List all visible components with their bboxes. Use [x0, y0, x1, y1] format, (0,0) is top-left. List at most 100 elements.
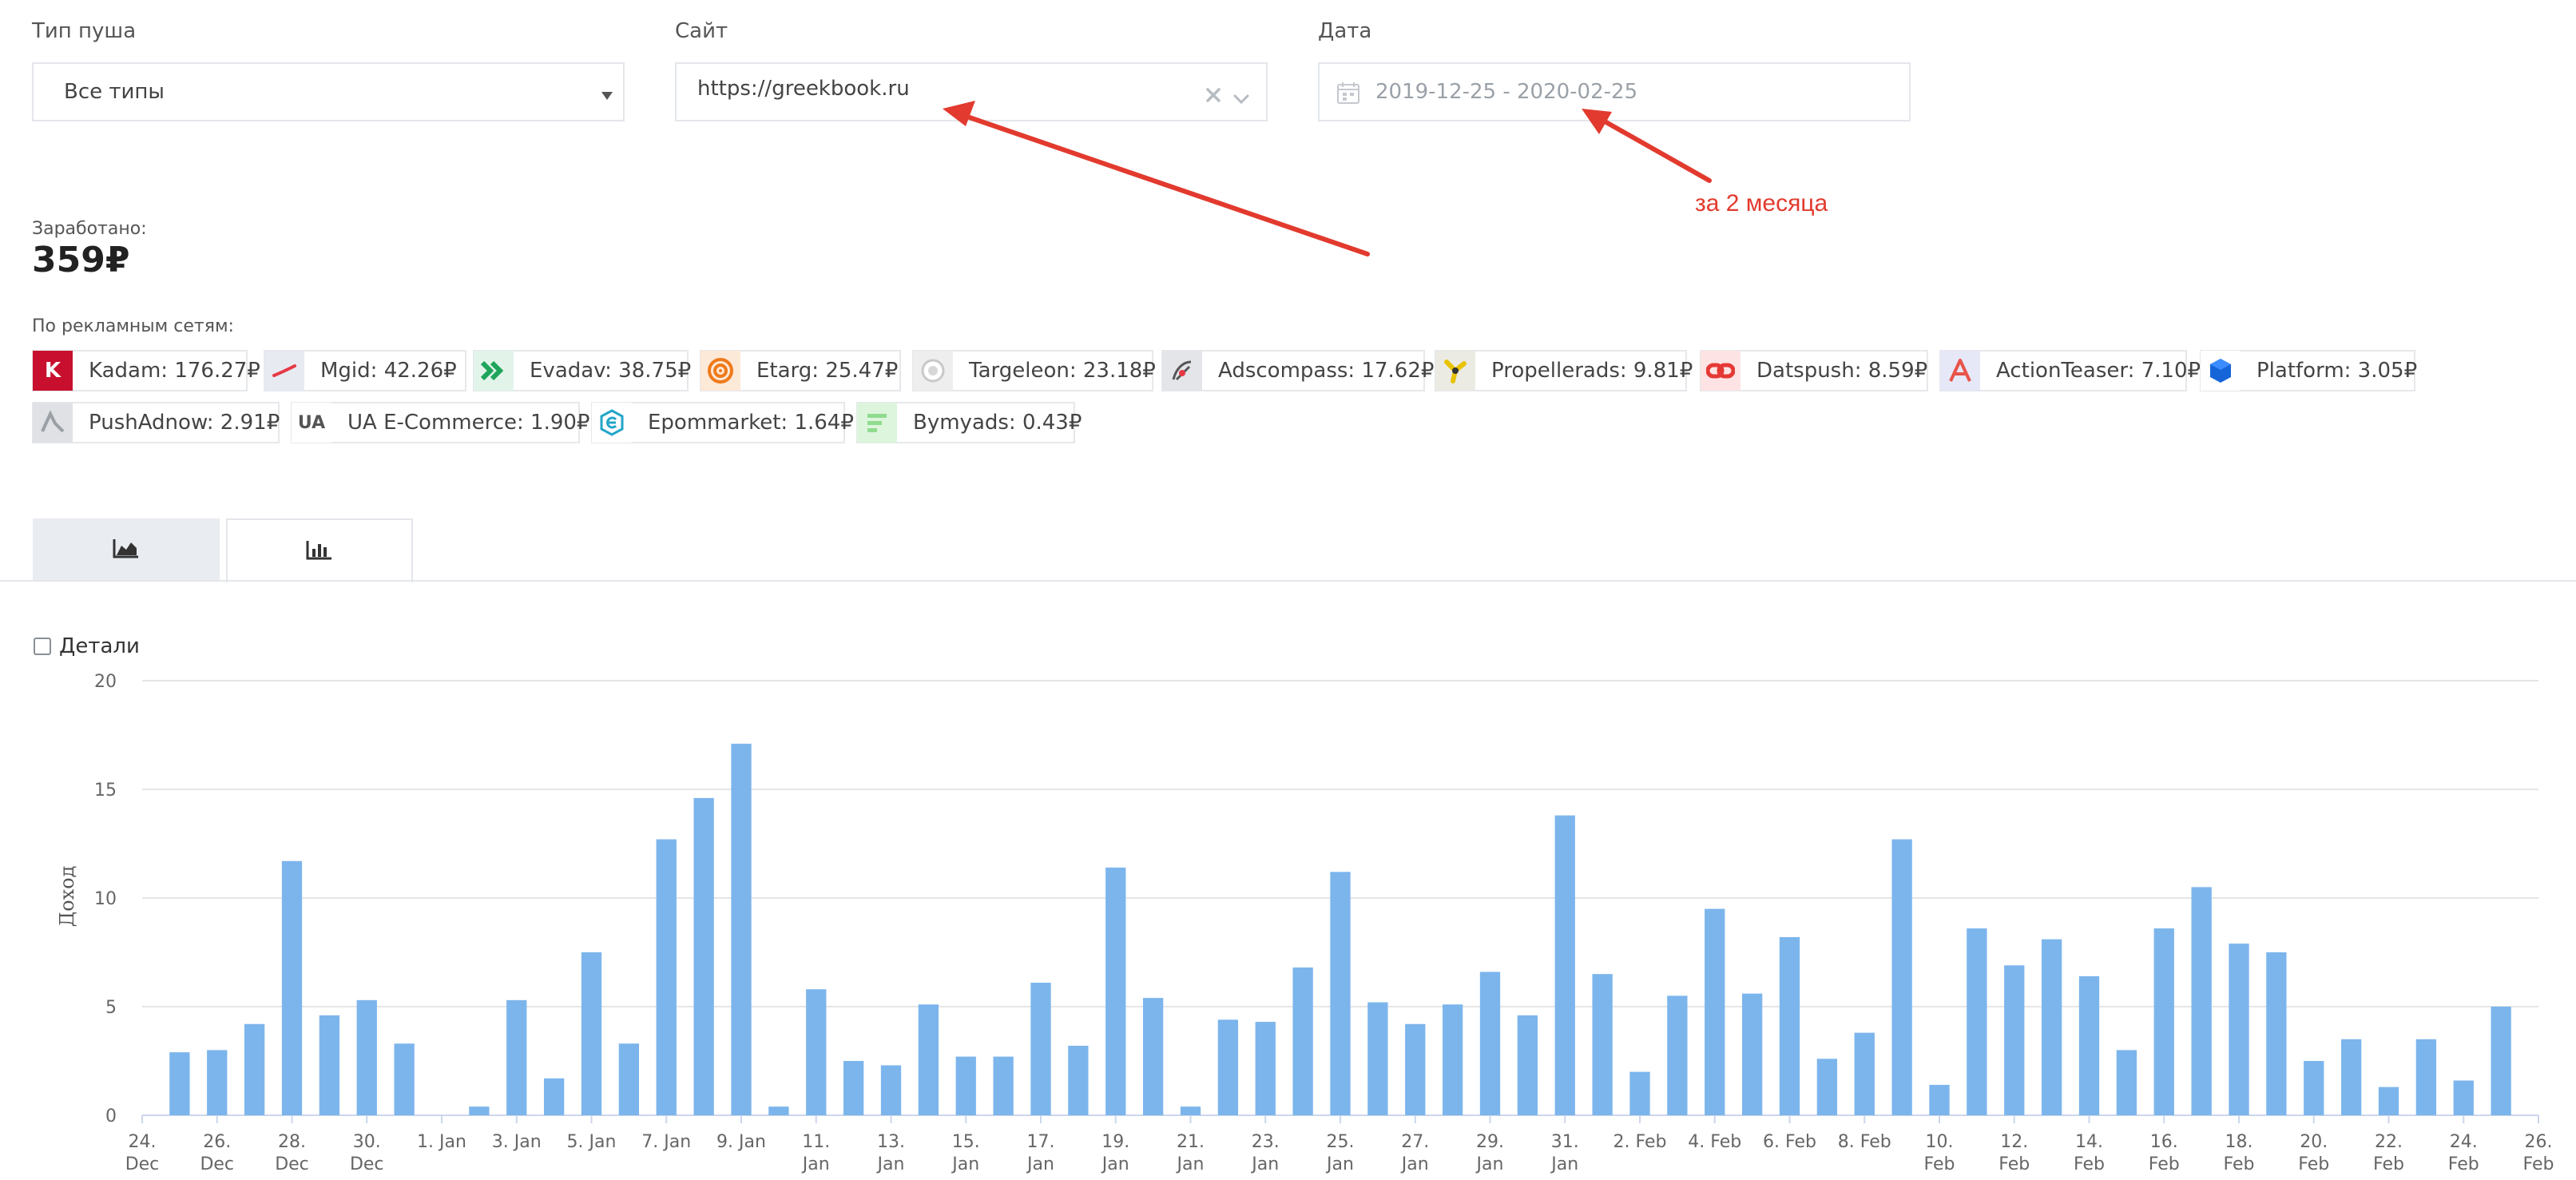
bar[interactable]	[1105, 867, 1126, 1115]
bar[interactable]	[806, 989, 827, 1115]
bar[interactable]	[2340, 1039, 2362, 1115]
x-tick-label: Jan	[1176, 1154, 1205, 1174]
x-tick-label: 2. Feb	[1613, 1132, 1667, 1152]
bar[interactable]	[2266, 952, 2287, 1115]
bar[interactable]	[2191, 887, 2212, 1115]
x-tick-label: 5. Jan	[567, 1132, 617, 1152]
bar[interactable]	[2078, 975, 2100, 1115]
bar[interactable]	[2229, 944, 2249, 1115]
etarg-icon	[701, 351, 740, 391]
bar[interactable]	[1030, 983, 1051, 1115]
x-tick-label: Feb	[2298, 1154, 2329, 1174]
x-tick-label: 16.	[2150, 1132, 2178, 1152]
network-chip-datspush: Datspush: 8.59₽	[1700, 350, 1928, 391]
bar[interactable]	[543, 1078, 565, 1115]
bar[interactable]	[207, 1050, 228, 1115]
x-tick-label: 13.	[877, 1132, 905, 1152]
bar[interactable]	[843, 1061, 864, 1115]
bar[interactable]	[2491, 1007, 2511, 1115]
x-tick-label: 21.	[1177, 1132, 1205, 1152]
bar[interactable]	[693, 797, 714, 1115]
network-chip-label: Epommarket: 1.64₽	[648, 411, 854, 435]
x-tick-label: Feb	[2448, 1154, 2479, 1174]
bar[interactable]	[2153, 928, 2174, 1115]
bar[interactable]	[731, 743, 752, 1115]
network-chip-platform: Platform: 3.05₽	[2200, 350, 2417, 391]
bar[interactable]	[281, 860, 303, 1115]
bar[interactable]	[918, 1004, 939, 1115]
bar[interactable]	[2116, 1050, 2137, 1115]
network-chip-actionteaser: ActionTeaser: 7.10₽	[1939, 350, 2201, 391]
x-tick-label: Feb	[1924, 1154, 1955, 1174]
bar[interactable]	[356, 999, 377, 1115]
bar[interactable]	[506, 999, 527, 1115]
bar[interactable]	[1367, 1002, 1388, 1115]
bar[interactable]	[1554, 815, 1575, 1115]
tab-area-chart[interactable]	[33, 518, 220, 581]
bar[interactable]	[656, 839, 677, 1115]
bar[interactable]	[1929, 1084, 1950, 1115]
tab-bar-chart[interactable]	[226, 518, 413, 582]
networks-label: По рекламным сетям:	[32, 316, 234, 336]
bar[interactable]	[1779, 936, 1800, 1115]
bar[interactable]	[394, 1043, 415, 1115]
bar[interactable]	[1255, 1022, 1276, 1115]
bar[interactable]	[581, 952, 602, 1115]
bar[interactable]	[1217, 1019, 1239, 1115]
x-tick-label: 31.	[1551, 1132, 1579, 1152]
bar[interactable]	[1142, 998, 1164, 1115]
y-tick-label: 0	[105, 1106, 117, 1126]
bar[interactable]	[1405, 1023, 1426, 1115]
area-chart-icon	[113, 538, 140, 562]
bar[interactable]	[1816, 1059, 1838, 1115]
bar[interactable]	[1180, 1106, 1201, 1115]
bar[interactable]	[1667, 995, 1688, 1115]
bar[interactable]	[2378, 1087, 2399, 1115]
details-checkbox[interactable]	[34, 638, 51, 655]
bar[interactable]	[1629, 1071, 1650, 1115]
platform-icon	[2201, 351, 2241, 391]
x-tick-label: Feb	[2523, 1154, 2554, 1174]
bar[interactable]	[1442, 1004, 1463, 1115]
x-tick-label: Jan	[1101, 1154, 1129, 1174]
bar[interactable]	[1705, 908, 1725, 1115]
network-chip-pushadnow: PushAdnow: 2.91₽	[32, 402, 280, 443]
bar[interactable]	[1068, 1045, 1089, 1115]
bar[interactable]	[1741, 993, 1763, 1115]
bar[interactable]	[1330, 872, 1351, 1115]
bar[interactable]	[1292, 967, 1313, 1115]
bar[interactable]	[1854, 1032, 1875, 1115]
bar[interactable]	[955, 1056, 976, 1115]
network-chip-propellerads: Propellerads: 9.81₽	[1435, 350, 1693, 391]
bar[interactable]	[993, 1056, 1014, 1115]
x-tick-label: 26.	[203, 1132, 231, 1152]
bar[interactable]	[618, 1043, 640, 1115]
bar[interactable]	[2041, 939, 2062, 1115]
bar[interactable]	[169, 1052, 190, 1115]
bar[interactable]	[2004, 965, 2025, 1115]
network-chip-label: UA E-Commerce: 1.90₽	[347, 411, 590, 435]
bar[interactable]	[768, 1106, 789, 1115]
x-tick-label: 6. Feb	[1763, 1132, 1816, 1152]
bar[interactable]	[2453, 1080, 2474, 1115]
bar[interactable]	[2304, 1061, 2324, 1115]
bar[interactable]	[2415, 1039, 2437, 1115]
bar[interactable]	[469, 1106, 490, 1115]
x-tick-label: 28.	[278, 1132, 306, 1152]
x-tick-label: 24.	[129, 1132, 157, 1152]
bymyads-icon	[857, 403, 897, 443]
bar[interactable]	[1967, 928, 1987, 1115]
bar[interactable]	[319, 1015, 340, 1115]
x-tick-label: 14.	[2075, 1132, 2103, 1152]
targeleon-icon	[913, 351, 953, 391]
bar[interactable]	[880, 1065, 902, 1115]
bar[interactable]	[1592, 974, 1613, 1115]
bar[interactable]	[1479, 971, 1501, 1115]
x-tick-label: 27.	[1401, 1132, 1429, 1152]
evadav-icon	[474, 351, 514, 391]
x-tick-label: 12.	[2000, 1132, 2028, 1152]
bar[interactable]	[1517, 1015, 1538, 1115]
x-tick-label: 9. Jan	[716, 1132, 766, 1152]
bar[interactable]	[1891, 839, 1912, 1115]
bar[interactable]	[244, 1023, 265, 1115]
